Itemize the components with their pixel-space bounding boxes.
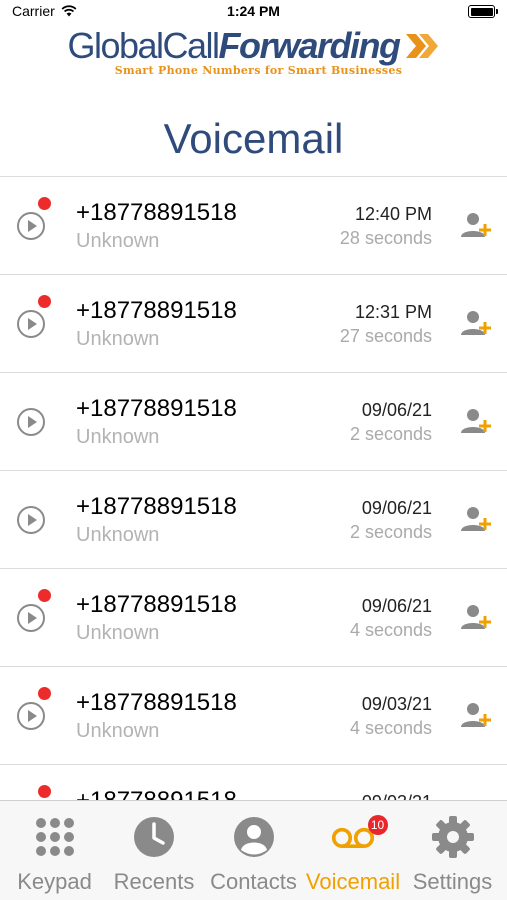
voicemail-duration: 27 seconds [339, 326, 432, 346]
voicemail-date: 09/06/21 [361, 596, 432, 616]
unread-indicator [38, 785, 51, 798]
caller-number: +18778891518 [76, 591, 237, 618]
voicemail-row[interactable]: +18778891518 Unknown 09/03/21 4 seconds [0, 667, 507, 765]
voicemail-badge: 10 [367, 815, 388, 835]
play-icon[interactable] [17, 408, 45, 436]
carrier-info: Carrier [12, 3, 77, 19]
tab-contacts[interactable]: Contacts [205, 801, 302, 900]
caller-number: +18778891518 [76, 297, 237, 324]
battery-icon [468, 5, 498, 18]
caller-name: Unknown [76, 426, 160, 448]
logo-text-forwarding: Forwarding [218, 25, 402, 66]
add-contact-icon[interactable] [460, 504, 492, 534]
voicemail-row[interactable]: +18778891518 Unknown 09/06/21 2 seconds [0, 471, 507, 569]
caller-number: +18778891518 [76, 493, 237, 520]
voicemail-duration: 28 seconds [339, 228, 432, 248]
add-contact-icon[interactable] [460, 406, 492, 436]
add-contact-icon[interactable] [460, 210, 492, 240]
unread-indicator [38, 687, 51, 700]
voicemail-date: 09/03/21 [362, 792, 432, 800]
voicemail-date: 09/03/21 [361, 694, 432, 714]
caller-number: +18778891518 [76, 199, 237, 226]
voicemail-date: 09/06/21 [361, 498, 432, 518]
voicemail-list[interactable]: +18778891518 Unknown 12:40 PM 28 seconds… [0, 176, 507, 800]
voicemail-duration: 4 seconds [349, 620, 432, 640]
carrier-label: Carrier [12, 3, 55, 19]
clock-icon [132, 815, 176, 859]
voicemail-row[interactable]: +18778891518 Unknown 12:31 PM 27 seconds [0, 275, 507, 373]
voicemail-row[interactable]: +18778891518 Unknown 09/06/21 2 seconds [0, 373, 507, 471]
caller-name: Unknown [76, 524, 160, 546]
play-icon[interactable] [17, 604, 45, 632]
logo-tagline: Smart Phone Numbers for Smart Businesses [114, 64, 403, 77]
voicemail-date: 12:40 PM [354, 204, 432, 224]
wifi-icon [61, 5, 77, 17]
add-contact-icon[interactable] [460, 700, 492, 730]
tab-settings[interactable]: Settings [404, 801, 501, 900]
tab-recents[interactable]: Recents [106, 801, 203, 900]
caller-name: Unknown [76, 328, 160, 350]
unread-indicator [38, 589, 51, 602]
play-icon[interactable] [17, 506, 45, 534]
voicemail-row[interactable]: +18778891518 09/03/21 [0, 765, 507, 800]
unread-indicator [38, 197, 51, 210]
caller-number: +18778891518 [76, 787, 237, 800]
tab-keypad[interactable]: Keypad [6, 801, 103, 900]
page-title: Voicemail [163, 115, 344, 162]
voicemail-duration: 4 seconds [349, 718, 432, 738]
add-contact-icon[interactable] [460, 308, 492, 338]
play-icon[interactable] [17, 702, 45, 730]
tab-voicemail[interactable]: 10 Voicemail [305, 801, 402, 900]
play-icon[interactable] [17, 212, 45, 240]
tab-bar: Keypad Recents Contacts 10 Voicemail Set… [0, 800, 507, 900]
brand-logo: GlobalCall Forwarding Smart Phone Number… [0, 24, 507, 84]
logo-text-global: GlobalCall [67, 25, 220, 66]
voicemail-duration: 2 seconds [349, 424, 432, 444]
caller-number: +18778891518 [76, 395, 237, 422]
caller-number: +18778891518 [76, 689, 237, 716]
tab-label: Settings [412, 869, 493, 894]
unread-indicator [38, 295, 51, 308]
logo-chevrons-icon [405, 34, 438, 58]
voicemail-date: 09/06/21 [361, 400, 432, 420]
play-icon[interactable] [17, 310, 45, 338]
caller-name: Unknown [76, 622, 160, 644]
voicemail-row[interactable]: +18778891518 Unknown 12:40 PM 28 seconds [0, 177, 507, 275]
status-bar: Carrier 1:24 PM [0, 0, 507, 22]
person-icon [232, 815, 276, 859]
voicemail-duration: 2 seconds [349, 522, 432, 542]
caller-name: Unknown [76, 720, 160, 742]
caller-name: Unknown [76, 230, 160, 252]
voicemail-row[interactable]: +18778891518 Unknown 09/06/21 4 seconds [0, 569, 507, 667]
keypad-icon [33, 815, 77, 859]
voicemail-date: 12:31 PM [354, 302, 432, 322]
gear-icon [431, 815, 475, 859]
add-contact-icon[interactable] [460, 602, 492, 632]
